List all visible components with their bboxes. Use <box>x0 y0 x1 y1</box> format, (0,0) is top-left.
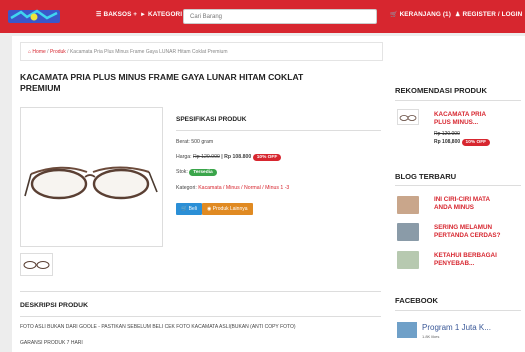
glasses-image <box>24 166 158 200</box>
facebook-page-name[interactable]: Program 1 Juta K... <box>422 323 491 332</box>
blog-title-line: PERTANDA CERDAS? <box>434 232 501 239</box>
nav-register-label: REGISTER / LOGIN <box>462 11 523 18</box>
product-thumbnail[interactable] <box>20 253 53 276</box>
product-title-line: KACAMATA PRIA PLUS MINUS FRAME GAYA LUNA… <box>20 72 304 82</box>
recommend-old-price: Rp 120.000 <box>434 131 460 137</box>
divider <box>20 316 381 317</box>
facebook-heading: FACEBOOK <box>395 296 439 305</box>
recommend-new-price: Rp 108,800 <box>434 139 461 145</box>
product-title-line: PREMIUM <box>20 83 61 93</box>
facebook-page-image[interactable] <box>397 322 417 338</box>
spec-berat: Berat: 500 gram <box>176 139 214 145</box>
nav-cart-label: KERANJANG (1) <box>399 11 451 18</box>
divider <box>395 100 521 101</box>
breadcrumb-home[interactable]: Home <box>32 49 45 55</box>
top-navbar: ☰ BAKSOS + ► KATEGORI + Cari Barang 🛒 KERAN… <box>0 0 525 33</box>
divider <box>395 310 521 311</box>
tag-icon: ► <box>140 12 147 18</box>
beli-label: Beli <box>188 206 197 212</box>
discount-badge: 10% OFF <box>252 154 282 161</box>
product-title: KACAMATA PRIA PLUS MINUS FRAME GAYA LUNA… <box>20 72 380 94</box>
blog-title-line: KETAHUI BERBAGAI <box>434 252 497 259</box>
blog-title-line: INI CIRI-CIRI MATA <box>434 196 491 203</box>
blog-item[interactable]: KETAHUI BERBAGAI PENYEBAB... <box>434 252 497 268</box>
spec-harga: Harga: Rp 120.000 | Rp 108.800 10% OFF <box>176 154 282 161</box>
divider <box>176 130 381 131</box>
breadcrumb: ⌂ Home / Produk / Kacamata Pria Plus Min… <box>20 42 383 61</box>
user-icon: ♟ <box>455 12 461 18</box>
nav-register-link[interactable]: ♟ REGISTER / LOGIN <box>455 11 522 18</box>
home-icon: ⌂ <box>28 49 32 55</box>
eye-icon: ◉ <box>207 206 212 212</box>
description-line: FOTO ASLI BUKAN DARI GOOLE - PASTIKAN SE… <box>20 324 296 330</box>
blog-thumbnail[interactable] <box>397 223 419 241</box>
rekomendasi-heading: REKOMENDASI PRODUK <box>395 86 487 95</box>
product-image[interactable] <box>20 107 163 247</box>
breadcrumb-produk[interactable]: Produk <box>50 49 66 55</box>
blog-title-line: ANDA MINUS <box>434 204 474 211</box>
breadcrumb-current: Kacamata Pria Plus Minus Frame Gaya LUNA… <box>69 49 228 55</box>
harga-label: Harga: <box>176 154 194 160</box>
recommend-title-line: KACAMATA PRIA <box>434 111 487 118</box>
cart-icon: 🛒 <box>390 12 398 18</box>
recommend-thumbnail[interactable] <box>397 109 419 125</box>
spec-kategori: Kategori: Kacamata / Minus / Normal / Mi… <box>176 185 289 191</box>
cart-icon: 🛒 <box>181 206 188 212</box>
divider <box>20 291 381 292</box>
nav-baksos-menu[interactable]: ☰ BAKSOS + <box>96 11 137 18</box>
blog-title-line: SERING MELAMUN <box>434 224 493 231</box>
lainnya-label: Produk Lainnya <box>212 206 248 212</box>
blog-item[interactable]: INI CIRI-CIRI MATA ANDA MINUS <box>434 196 490 212</box>
divider <box>395 185 521 186</box>
glasses-thumb-image <box>23 261 50 269</box>
kategori-link[interactable]: Kacamata / Minus / Normal / Minus 1 -3 <box>198 185 289 191</box>
nav-baksos-label: BAKSOS + <box>103 11 138 18</box>
nav-kategori-label: KATEGORI + <box>148 11 188 18</box>
produk-lainnya-button[interactable]: ◉ Produk Lainnya <box>202 203 253 215</box>
discount-badge: 10% OFF <box>461 139 491 146</box>
facebook-likes: 1.8K likes <box>422 334 440 339</box>
description-line: GARANSI PRODUK 7 HARI <box>20 340 83 346</box>
harga-new: | Rp 108.800 <box>219 154 252 160</box>
stok-badge: Tersedia <box>189 169 217 176</box>
beli-button[interactable]: 🛒 Beli <box>176 203 202 215</box>
spec-stok: Stok: Tersedia <box>176 169 217 176</box>
recommend-title[interactable]: KACAMATA PRIA PLUS MINUS... <box>434 111 486 127</box>
description-heading: DESKRIPSI PRODUK <box>20 302 88 309</box>
recommend-title-line: PLUS MINUS... <box>434 119 479 126</box>
blog-title-line: PENYEBAB... <box>434 260 475 267</box>
spec-heading: SPESIFIKASI PRODUK <box>176 116 247 123</box>
harga-old: Rp 120.000 <box>193 154 220 160</box>
blog-heading: BLOG TERBARU <box>395 172 457 181</box>
blog-item[interactable]: SERING MELAMUN PERTANDA CERDAS? <box>434 224 500 240</box>
glasses-thumb-image <box>399 115 417 121</box>
gift-icon: ☰ <box>96 12 102 18</box>
recommend-price: Rp 108,800 10% OFF <box>434 139 491 146</box>
blog-thumbnail[interactable] <box>397 196 419 214</box>
blog-thumbnail[interactable] <box>397 251 419 269</box>
kategori-label: Kategori: <box>176 185 199 191</box>
nav-kategori-menu[interactable]: ► KATEGORI + <box>140 11 188 18</box>
search-input[interactable]: Cari Barang <box>183 9 377 24</box>
nav-cart-link[interactable]: 🛒 KERANJANG (1) <box>390 11 451 18</box>
stok-label: Stok: <box>176 169 190 175</box>
site-logo[interactable] <box>7 8 61 25</box>
